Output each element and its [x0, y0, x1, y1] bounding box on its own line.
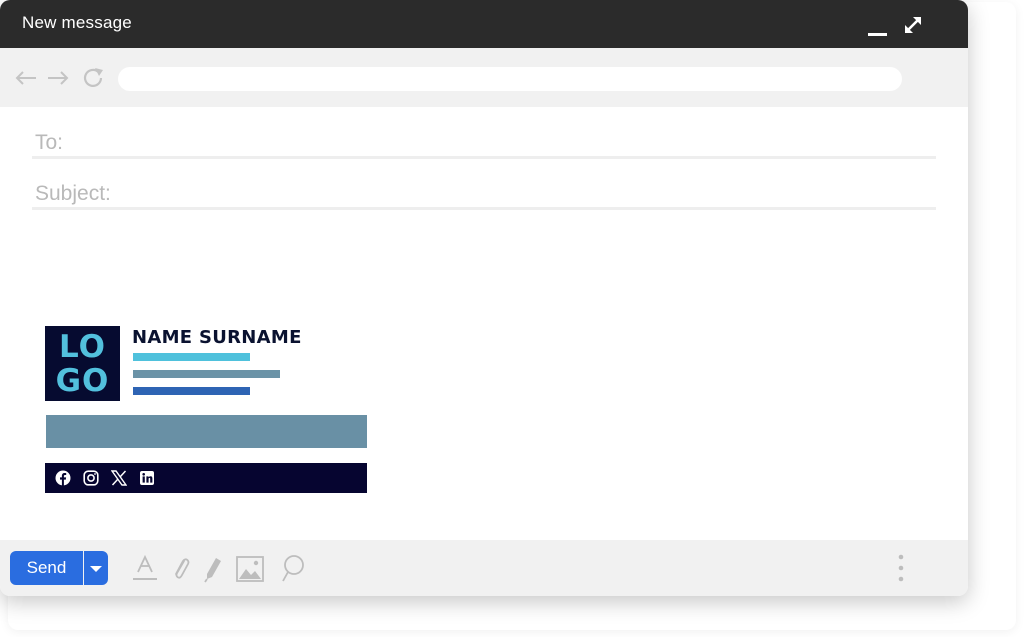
reload-icon[interactable]	[82, 66, 106, 90]
x-icon[interactable]	[110, 470, 128, 486]
signature-title-line	[133, 353, 250, 361]
subject-label: Subject:	[35, 182, 111, 205]
emoji-icon[interactable]	[280, 554, 306, 589]
more-vertical-icon[interactable]	[896, 554, 906, 582]
compose-window: New message To: Subject: LO GO NAME SURN…	[0, 0, 968, 596]
signature-name: NAME SURNAME	[132, 327, 302, 348]
signature-detail-line	[133, 370, 280, 378]
minimize-icon[interactable]	[866, 18, 890, 40]
expand-icon[interactable]	[902, 14, 924, 36]
subject-input[interactable]	[132, 178, 916, 206]
signature-contact-line	[133, 387, 250, 395]
arrow-right-icon[interactable]	[46, 66, 70, 90]
attach-icon[interactable]	[170, 555, 192, 588]
linkedin-icon[interactable]	[139, 470, 155, 486]
signature-logo: LO GO	[45, 326, 120, 401]
send-button[interactable]: Send	[10, 551, 83, 585]
facebook-icon[interactable]	[55, 470, 71, 486]
to-label: To:	[35, 131, 64, 154]
social-bar	[45, 463, 367, 493]
logo-text-line-1: LO	[58, 329, 106, 365]
text-format-icon[interactable]	[133, 554, 157, 587]
navigation-bar	[0, 48, 968, 107]
subject-field: Subject:	[32, 170, 936, 210]
arrow-left-icon[interactable]	[14, 66, 38, 90]
title-bar: New message	[0, 0, 968, 48]
send-options-dropdown[interactable]	[84, 551, 108, 585]
to-input[interactable]	[132, 127, 916, 155]
address-bar[interactable]	[118, 67, 902, 91]
bottom-toolbar: Send	[0, 540, 968, 596]
logo-text-line-2: GO	[55, 363, 110, 399]
to-field: To:	[32, 119, 936, 159]
signature-banner	[46, 415, 367, 448]
pen-icon[interactable]	[202, 555, 224, 588]
image-icon[interactable]	[236, 556, 264, 587]
window-title: New message	[22, 13, 132, 32]
instagram-icon[interactable]	[83, 470, 99, 486]
